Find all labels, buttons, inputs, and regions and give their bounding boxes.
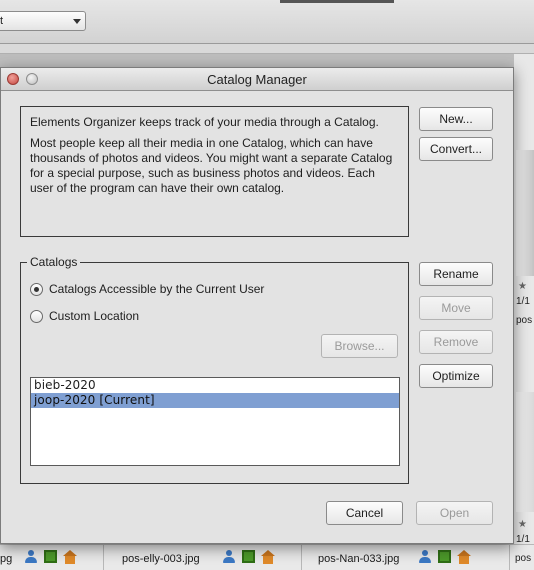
- radio-label: Catalogs Accessible by the Current User: [49, 282, 265, 296]
- dialog-titlebar[interactable]: Catalog Manager: [1, 68, 513, 91]
- optimize-button[interactable]: Optimize: [419, 364, 493, 388]
- radio-button-checked[interactable]: [30, 282, 43, 296]
- place-icon[interactable]: [457, 550, 471, 564]
- footer-cell: pg: [0, 545, 104, 570]
- background-dropdown[interactable]: t: [0, 11, 86, 31]
- background-tab-indicator: [280, 0, 394, 3]
- catalogs-group: Catalogs Catalogs Accessible by the Curr…: [20, 254, 409, 484]
- people-icon[interactable]: [24, 550, 38, 564]
- place-icon[interactable]: [63, 550, 77, 564]
- rename-button[interactable]: Rename: [419, 262, 493, 286]
- place-icon[interactable]: [261, 550, 275, 564]
- background-filename-label: pos: [515, 553, 532, 564]
- background-header-strip: [0, 44, 534, 54]
- info-paragraph: Most people keep all their media in one …: [30, 136, 393, 195]
- background-thumbnail-footer: pg pos-elly-003.jpg pos-Nan-033.jpg pos: [0, 544, 534, 570]
- background-date-label: 1/1: [516, 296, 530, 307]
- chevron-down-icon: [73, 19, 81, 24]
- background-thumbnail[interactable]: [516, 150, 534, 276]
- radio-custom-location[interactable]: Custom Location: [30, 309, 139, 323]
- move-button[interactable]: Move: [419, 296, 493, 320]
- catalog-manager-dialog: Catalog Manager Elements Organizer keeps…: [0, 67, 514, 544]
- footer-cell: pos-Nan-033.jpg: [302, 545, 510, 570]
- background-toolbar: t: [0, 0, 534, 44]
- background-dropdown-value: t: [0, 15, 4, 27]
- event-icon[interactable]: [44, 550, 57, 563]
- footer-icons: [24, 550, 77, 564]
- dialog-title: Catalog Manager: [207, 72, 307, 87]
- event-icon[interactable]: [438, 550, 451, 563]
- convert-catalog-button[interactable]: Convert...: [419, 137, 493, 161]
- event-icon[interactable]: [242, 550, 255, 563]
- star-icon[interactable]: ★: [518, 519, 527, 530]
- background-thumbnail[interactable]: [516, 392, 534, 512]
- people-icon[interactable]: [222, 550, 236, 564]
- people-icon[interactable]: [418, 550, 432, 564]
- catalog-list-item[interactable]: bieb-2020: [31, 378, 399, 393]
- footer-filename: pos-Nan-033.jpg: [318, 553, 400, 565]
- footer-icons: [222, 550, 275, 564]
- catalogs-legend: Catalogs: [27, 254, 81, 270]
- star-icon[interactable]: ★: [518, 281, 527, 292]
- radio-current-user[interactable]: Catalogs Accessible by the Current User: [30, 282, 264, 296]
- new-catalog-button[interactable]: New...: [419, 107, 493, 131]
- cancel-button[interactable]: Cancel: [326, 501, 403, 525]
- info-paragraph: Elements Organizer keeps track of your m…: [30, 115, 379, 129]
- radio-button[interactable]: [30, 309, 43, 323]
- footer-icons: [418, 550, 471, 564]
- background-filename-label: pos: [516, 315, 533, 326]
- browse-button[interactable]: Browse...: [321, 334, 398, 358]
- footer-filename: pg: [0, 553, 13, 565]
- radio-label: Custom Location: [49, 309, 140, 323]
- open-button[interactable]: Open: [416, 501, 493, 525]
- remove-button[interactable]: Remove: [419, 330, 493, 354]
- footer-filename: pos-elly-003.jpg: [122, 553, 200, 565]
- info-box: Elements Organizer keeps track of your m…: [20, 106, 409, 237]
- catalog-list-item-selected[interactable]: joop-2020 [Current]: [31, 393, 399, 408]
- catalog-list[interactable]: bieb-2020 joop-2020 [Current]: [30, 377, 400, 466]
- footer-cell: pos-elly-003.jpg: [104, 545, 302, 570]
